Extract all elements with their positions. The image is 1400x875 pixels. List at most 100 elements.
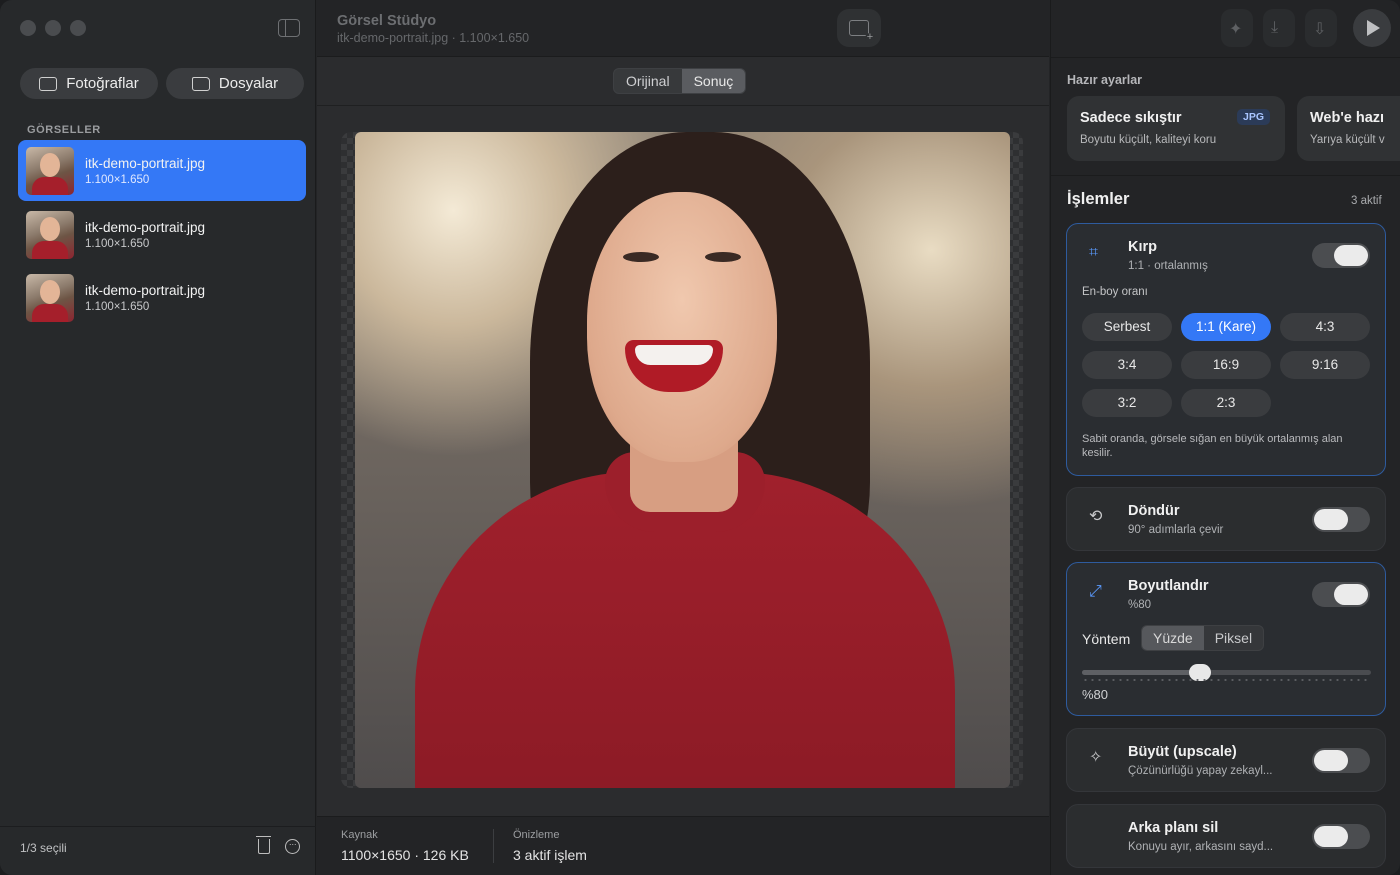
app-window: Fotoğraflar Dosyalar GÖRSELLER itk-demo-… (0, 0, 1400, 875)
crop-icon: ⌗ (1089, 244, 1099, 261)
files-button-label: Dosyalar (218, 75, 279, 92)
crop-note: Sabit oranda, görsele sığan en büyük ort… (1082, 433, 1343, 459)
resize-title: Boyutlandır (1128, 578, 1209, 594)
preset-title: Web'e hazı (1310, 110, 1385, 126)
upscale-toggle[interactable] (1312, 748, 1370, 773)
ratio-3-4[interactable]: 3:4 (1082, 351, 1172, 379)
ratio-4-3[interactable]: 4:3 (1280, 313, 1370, 341)
more-options-icon[interactable]: ··· (285, 839, 300, 854)
file-list-item[interactable]: itk-demo-portrait.jpg 1.100×1.650 (18, 267, 306, 328)
download-tray-icon: ⇩ (1313, 21, 1327, 38)
preview-image-right-eye (705, 252, 741, 262)
trash-icon[interactable] (256, 836, 271, 854)
resize-value: %80 (1082, 687, 1109, 702)
slider-ticks (1082, 679, 1371, 681)
ratio-16-9[interactable]: 16:9 (1181, 351, 1271, 379)
magic-wand-button[interactable]: ✦ (1221, 9, 1253, 47)
tab-original[interactable]: Orijinal (614, 69, 682, 93)
active-operations-count: 3 aktif (1351, 195, 1382, 207)
add-image-icon (849, 20, 875, 43)
resize-slider[interactable] (1082, 664, 1371, 681)
resize-card: ⤢ Boyutlandır %80 Yöntem Yüzde Piksel %8… (1066, 562, 1386, 716)
crop-toggle[interactable] (1312, 243, 1370, 268)
ratio-9-16[interactable]: 9:16 (1280, 351, 1370, 379)
preset-title: Sadece sıkıştır (1080, 110, 1182, 126)
rotate-toggle[interactable] (1312, 507, 1370, 532)
export-button[interactable]: ⤓ (1263, 9, 1295, 47)
file-name: itk-demo-portrait.jpg (85, 219, 206, 235)
preset-web[interactable]: Web'e hazı Yarıya küçült v (1297, 96, 1400, 161)
operations-heading: İşlemler (1067, 190, 1130, 208)
download-icon: ⤓ (1271, 19, 1279, 36)
ratio-3-2[interactable]: 3:2 (1082, 389, 1172, 417)
upscale-card: ✧ Büyüt (upscale) Çözünürlüğü yapay zeka… (1066, 728, 1386, 792)
ratio-free[interactable]: Serbest (1082, 313, 1172, 341)
file-list-item[interactable]: itk-demo-portrait.jpg 1.100×1.650 (18, 140, 306, 201)
divider (1051, 175, 1400, 176)
preview-image-face (587, 192, 777, 462)
sparkles-icon: ✧ (1089, 749, 1103, 766)
file-list-item[interactable]: itk-demo-portrait.jpg 1.100×1.650 (18, 204, 306, 265)
view-mode-segmented: Orijinal Sonuç (613, 68, 747, 94)
tab-result[interactable]: Sonuç (681, 69, 746, 93)
method-pixel[interactable]: Piksel (1204, 626, 1263, 650)
folder-icon (191, 76, 210, 91)
resize-subtitle: %80 (1128, 599, 1152, 611)
photos-button-label: Fotoğraflar (66, 75, 139, 92)
preview-image-left-eye (623, 252, 659, 262)
slider-fill (1082, 670, 1200, 675)
upscale-subtitle: Çözünürlüğü yapay zekayl... (1128, 765, 1273, 777)
status-bar: Kaynak 1100×1650 · 126 KB Önizleme 3 akt… (317, 816, 1049, 875)
remove-background-title: Arka planı sil (1128, 820, 1219, 836)
add-image-button[interactable] (837, 9, 881, 47)
preview-value: 3 aktif işlem (513, 847, 587, 863)
file-dimensions: 1.100×1.650 (85, 237, 150, 250)
aspect-ratio-label: En-boy oranı (1082, 286, 1148, 298)
resize-method-segmented: Yüzde Piksel (1141, 625, 1265, 651)
divider (1051, 57, 1400, 58)
rotate-card: ⟲ Döndür 90° adımlarla çevir (1066, 487, 1386, 551)
remove-background-subtitle: Konuyu ayır, arkasını sayd... (1128, 841, 1274, 853)
app-title: Görsel Stüdyo (337, 13, 437, 29)
image-canvas[interactable] (341, 132, 1023, 788)
file-dimensions: 1.100×1.650 (85, 173, 150, 186)
method-percent[interactable]: Yüzde (1142, 626, 1204, 650)
file-name: itk-demo-portrait.jpg (85, 155, 206, 171)
window-controls (20, 20, 86, 36)
ratio-1-1[interactable]: 1:1 (Kare) (1181, 313, 1271, 341)
status-divider (493, 829, 494, 863)
file-subtitle: itk-demo-portrait.jpg · 1.100×1.650 (337, 31, 530, 45)
sidebar-footer: 1/3 seçili ··· (0, 826, 316, 875)
ratio-2-3[interactable]: 2:3 (1181, 389, 1271, 417)
sidebar-toggle-icon[interactable] (278, 19, 300, 37)
rotate-title: Döndür (1128, 503, 1180, 519)
source-label: Kaynak (341, 829, 378, 841)
sidebar: Fotoğraflar Dosyalar GÖRSELLER itk-demo-… (0, 0, 316, 875)
minimize-window-button[interactable] (45, 20, 61, 36)
format-badge: JPG (1237, 109, 1271, 125)
file-name: itk-demo-portrait.jpg (85, 282, 206, 298)
rotate-subtitle: 90° adımlarla çevir (1128, 524, 1224, 536)
file-thumbnail (26, 210, 74, 259)
crop-title: Kırp (1128, 239, 1157, 255)
preview-image (355, 132, 1010, 788)
main-area: Görsel Stüdyo itk-demo-portrait.jpg · 1.… (317, 0, 1049, 875)
zoom-window-button[interactable] (70, 20, 86, 36)
toolbar: ✦ ⤓ ⇩ (1221, 9, 1337, 47)
file-thumbnail (26, 146, 74, 195)
view-toggle-bar: Orijinal Sonuç (317, 57, 1049, 106)
run-button[interactable] (1353, 9, 1391, 47)
preview-image-teeth (635, 345, 713, 365)
close-window-button[interactable] (20, 20, 36, 36)
remove-background-card: Arka planı sil Konuyu ayır, arkasını say… (1066, 804, 1386, 868)
photos-button[interactable]: Fotoğraflar (20, 68, 158, 99)
remove-background-toggle[interactable] (1312, 824, 1370, 849)
resize-toggle[interactable] (1312, 582, 1370, 607)
source-value: 1100×1650 · 126 KB (341, 847, 469, 863)
files-button[interactable]: Dosyalar (166, 68, 304, 99)
preset-compress[interactable]: Sadece sıkıştır Boyutu küçült, kaliteyi … (1067, 96, 1285, 161)
file-dimensions: 1.100×1.650 (85, 300, 150, 313)
preset-subtitle: Yarıya küçült v (1310, 134, 1385, 146)
selection-count: 1/3 seçili (20, 841, 67, 855)
export-all-button[interactable]: ⇩ (1305, 9, 1337, 47)
